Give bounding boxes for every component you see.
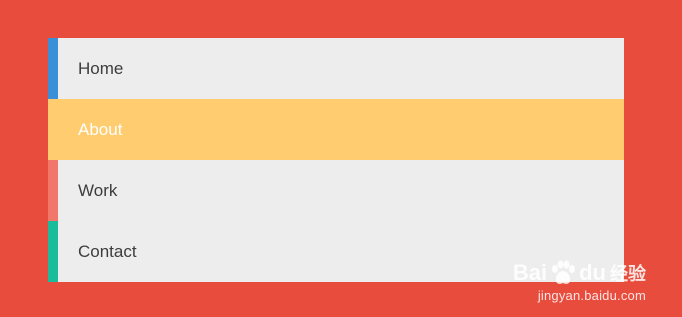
menu-item-home[interactable]: Home — [48, 38, 624, 99]
menu-item-work[interactable]: Work — [48, 160, 624, 221]
menu-item-label: Home — [78, 59, 124, 78]
watermark-logo: Bai du 经验 — [513, 260, 646, 286]
menu-item-accent — [48, 160, 58, 221]
watermark-brand-sub: 经验 — [610, 264, 646, 284]
menu-item-label: Contact — [78, 242, 137, 261]
menu-item-label: Work — [78, 181, 118, 200]
paw-icon — [552, 260, 576, 284]
menu-item-accent — [48, 38, 58, 99]
menu-item-about[interactable]: About — [48, 99, 624, 160]
watermark-brand-left: Bai — [512, 260, 548, 285]
baidu-watermark: Bai du 经验 jingyan.baidu.com — [513, 260, 646, 303]
menu-item-accent — [48, 221, 58, 282]
nav-menu: Home About Work Contact — [48, 38, 624, 282]
menu-item-label: About — [78, 120, 123, 139]
watermark-url: jingyan.baidu.com — [537, 288, 646, 303]
watermark-brand-right: du — [579, 260, 606, 285]
